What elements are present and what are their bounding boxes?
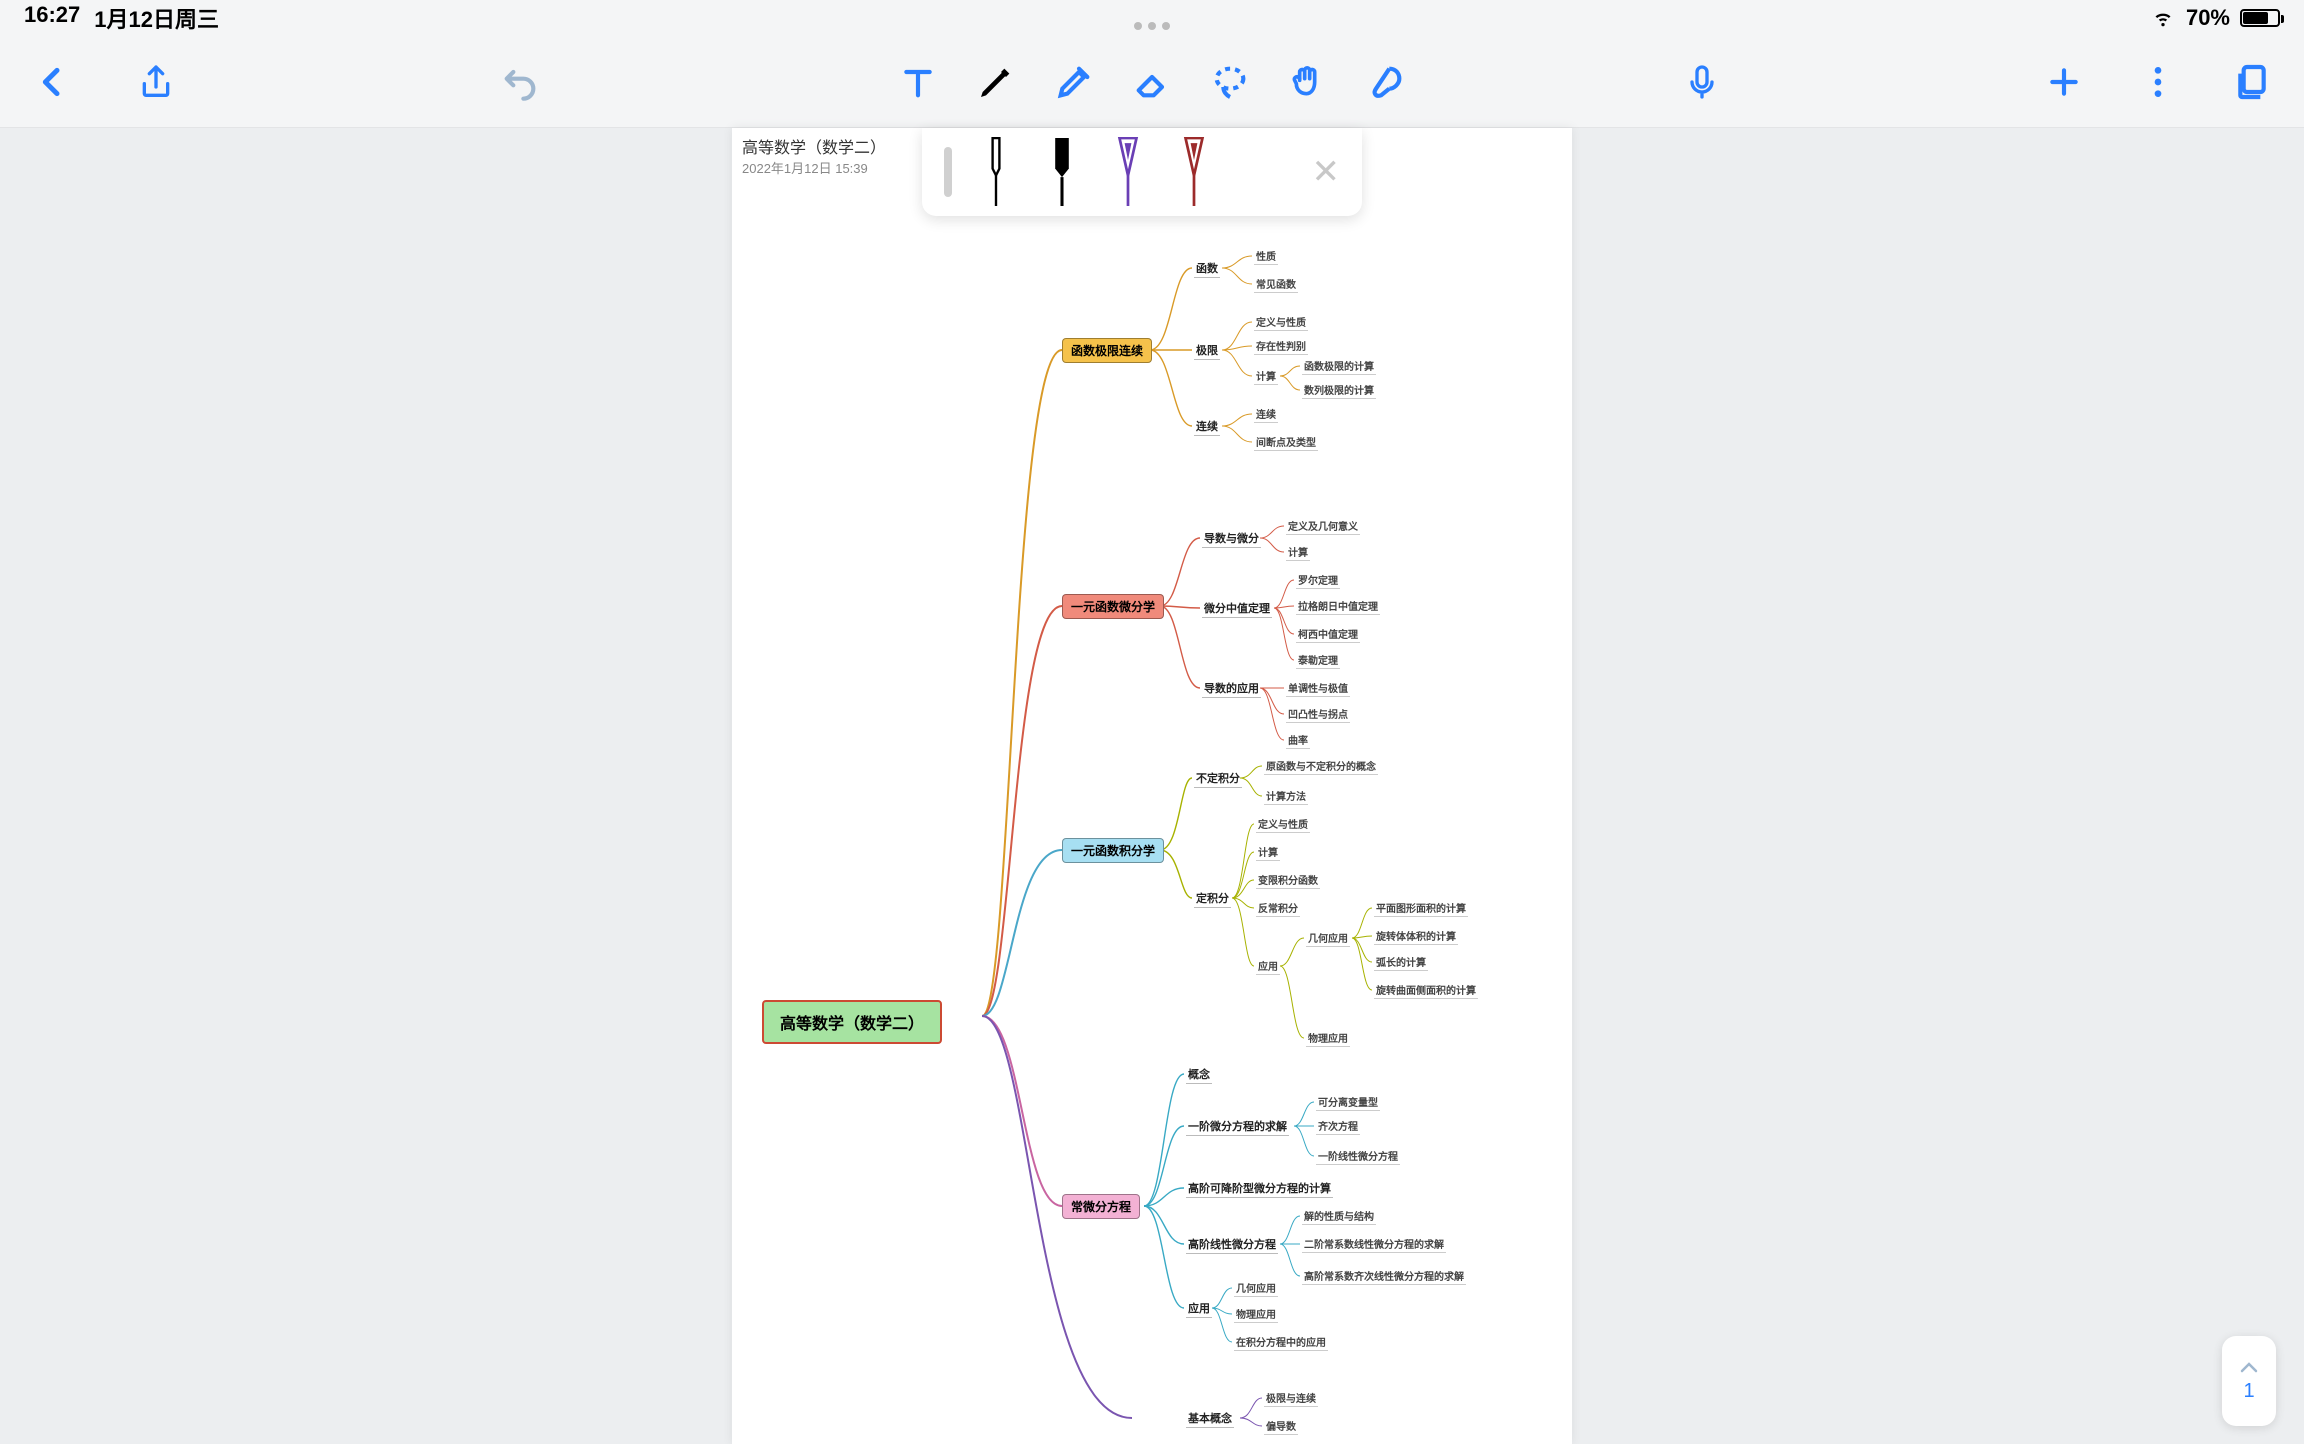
back-button[interactable] <box>30 60 74 104</box>
text-tool[interactable] <box>896 60 940 104</box>
more-button[interactable] <box>2136 60 2180 104</box>
node[interactable]: 高阶可降阶型微分方程的计算 <box>1186 1180 1333 1198</box>
hand-tool[interactable] <box>1286 60 1330 104</box>
leaf[interactable]: 几何应用 <box>1306 930 1350 947</box>
leaf[interactable]: 旋转曲面侧面积的计算 <box>1374 982 1478 999</box>
node[interactable]: 函数 <box>1194 260 1220 278</box>
undo-button[interactable] <box>498 60 542 104</box>
wifi-icon <box>2150 8 2176 28</box>
mindmap-edges <box>732 128 1572 1444</box>
leaf[interactable]: 函数极限的计算 <box>1302 358 1376 375</box>
node[interactable]: 导数的应用 <box>1202 680 1261 698</box>
leaf[interactable]: 存在性判别 <box>1254 338 1308 355</box>
leaf[interactable]: 计算方法 <box>1264 788 1308 805</box>
root-node[interactable]: 高等数学（数学二） <box>762 1000 942 1044</box>
leaf[interactable]: 计算 <box>1256 844 1280 861</box>
node-b1[interactable]: 函数极限连续 <box>1062 338 1152 363</box>
leaf[interactable]: 单调性与极值 <box>1286 680 1350 697</box>
leaf[interactable]: 数列极限的计算 <box>1302 382 1376 399</box>
node-b2[interactable]: 一元函数微分学 <box>1062 594 1164 619</box>
page-nav[interactable]: 1 <box>2222 1336 2276 1426</box>
share-button[interactable] <box>134 60 178 104</box>
leaf[interactable]: 物理应用 <box>1306 1030 1350 1047</box>
leaf[interactable]: 二阶常系数线性微分方程的求解 <box>1302 1236 1446 1253</box>
pen-tool[interactable] <box>974 60 1018 104</box>
node[interactable]: 一阶微分方程的求解 <box>1186 1118 1289 1136</box>
status-time: 16:27 <box>24 2 80 34</box>
workspace[interactable]: 高等数学（数学二） 2022年1月12日 15:39 ✕ <box>0 128 2304 1444</box>
leaf[interactable]: 偏导数 <box>1264 1418 1298 1435</box>
leaf[interactable]: 定义与性质 <box>1254 314 1308 331</box>
leaf[interactable]: 极限与连续 <box>1264 1390 1318 1407</box>
leaf[interactable]: 计算 <box>1254 368 1278 385</box>
leaf[interactable]: 物理应用 <box>1234 1306 1278 1323</box>
page-number: 1 <box>2243 1380 2254 1403</box>
highlighter-tool[interactable] <box>1052 60 1096 104</box>
leaf[interactable]: 旋转体体积的计算 <box>1374 928 1458 945</box>
leaf[interactable]: 罗尔定理 <box>1296 572 1340 589</box>
battery-icon <box>2240 9 2280 27</box>
mindmap: 高等数学（数学二） 函数极限连续 函数 性质 常见函数 极限 定义与性质 存在性… <box>732 128 1572 1444</box>
leaf[interactable]: 弧长的计算 <box>1374 954 1428 971</box>
leaf[interactable]: 泰勒定理 <box>1296 652 1340 669</box>
leaf[interactable]: 一阶线性微分方程 <box>1316 1148 1400 1165</box>
leaf[interactable]: 反常积分 <box>1256 900 1300 917</box>
node-b3[interactable]: 一元函数积分学 <box>1062 838 1164 863</box>
node[interactable]: 基本概念 <box>1186 1410 1234 1428</box>
node[interactable]: 应用 <box>1186 1300 1212 1318</box>
leaf[interactable]: 平面图形面积的计算 <box>1374 900 1468 917</box>
leaf[interactable]: 变限积分函数 <box>1256 872 1320 889</box>
status-bar: 16:27 1月12日周三 70% <box>0 0 2304 36</box>
leaf[interactable]: 间断点及类型 <box>1254 434 1318 451</box>
leaf[interactable]: 定义及几何意义 <box>1286 518 1360 535</box>
node[interactable]: 导数与微分 <box>1202 530 1261 548</box>
leaf[interactable]: 应用 <box>1256 958 1280 975</box>
node[interactable]: 概念 <box>1186 1066 1212 1084</box>
mic-button[interactable] <box>1680 60 1724 104</box>
leaf[interactable]: 曲率 <box>1286 732 1310 749</box>
multitask-dots[interactable] <box>1134 22 1170 30</box>
leaf[interactable]: 可分离变量型 <box>1316 1094 1380 1111</box>
leaf[interactable]: 柯西中值定理 <box>1296 626 1360 643</box>
leaf[interactable]: 拉格朗日中值定理 <box>1296 598 1380 615</box>
battery-pct: 70% <box>2186 5 2230 31</box>
leaf[interactable]: 凹凸性与拐点 <box>1286 706 1350 723</box>
chevron-up-icon <box>2239 1360 2259 1374</box>
toolbar <box>0 36 2304 128</box>
leaf[interactable]: 原函数与不定积分的概念 <box>1264 758 1378 775</box>
leaf[interactable]: 计算 <box>1286 544 1310 561</box>
lasso-tool[interactable] <box>1208 60 1252 104</box>
node[interactable]: 高阶线性微分方程 <box>1186 1236 1278 1254</box>
node[interactable]: 极限 <box>1194 342 1220 360</box>
note-page[interactable]: 高等数学（数学二） 2022年1月12日 15:39 ✕ <box>732 128 1572 1444</box>
eraser-tool[interactable] <box>1130 60 1174 104</box>
leaf[interactable]: 定义与性质 <box>1256 816 1310 833</box>
leaf[interactable]: 常见函数 <box>1254 276 1298 293</box>
leaf[interactable]: 几何应用 <box>1234 1280 1278 1297</box>
status-date: 1月12日周三 <box>94 2 219 34</box>
node[interactable]: 定积分 <box>1194 890 1231 908</box>
leaf[interactable]: 性质 <box>1254 248 1278 265</box>
node[interactable]: 不定积分 <box>1194 770 1242 788</box>
leaf[interactable]: 齐次方程 <box>1316 1118 1360 1135</box>
leaf[interactable]: 连续 <box>1254 406 1278 423</box>
pages-button[interactable] <box>2230 60 2274 104</box>
node[interactable]: 连续 <box>1194 418 1220 436</box>
node-b4[interactable]: 常微分方程 <box>1062 1194 1140 1219</box>
shape-tool[interactable] <box>1364 60 1408 104</box>
node[interactable]: 微分中值定理 <box>1202 600 1272 618</box>
leaf[interactable]: 解的性质与结构 <box>1302 1208 1376 1225</box>
leaf[interactable]: 在积分方程中的应用 <box>1234 1334 1328 1351</box>
leaf[interactable]: 高阶常系数齐次线性微分方程的求解 <box>1302 1268 1466 1285</box>
add-button[interactable] <box>2042 60 2086 104</box>
